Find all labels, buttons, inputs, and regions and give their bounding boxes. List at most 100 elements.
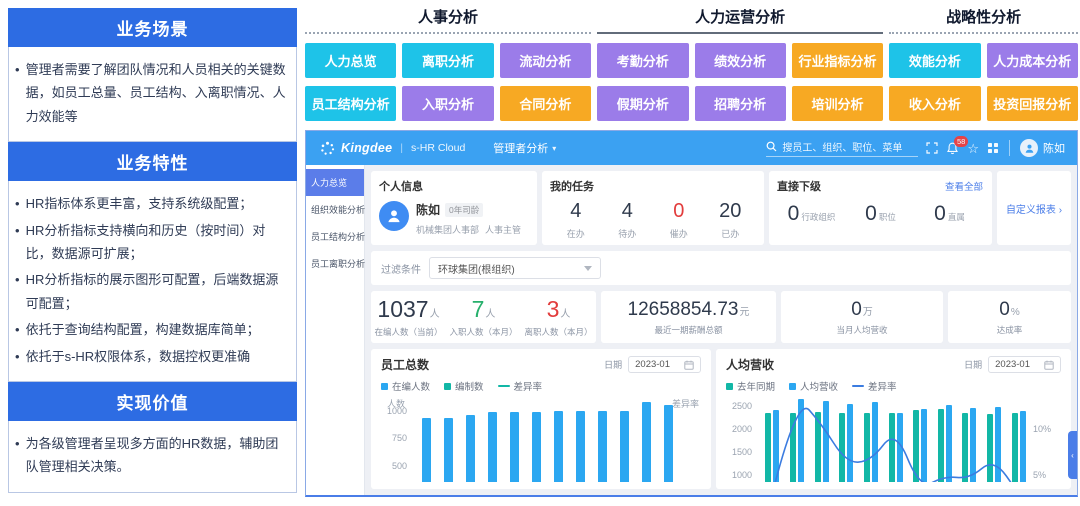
analysis-button[interactable]: 假期分析 (597, 86, 688, 121)
analysis-group-headers: 人事分析人力运营分析战略性分析 (305, 6, 1078, 34)
subordinate-value: 0 (788, 202, 800, 225)
scan-icon[interactable] (926, 142, 938, 154)
analysis-button[interactable]: 离职分析 (402, 43, 493, 78)
section-body-2: •为各级管理者呈现多方面的HR数据，辅助团队管理相关决策。 (8, 421, 297, 493)
bullet-dot: • (15, 268, 20, 315)
profile-role: 人事主管 (485, 223, 521, 236)
analysis-button[interactable]: 人力总览 (305, 43, 396, 78)
sidebar-item-0[interactable]: 人力总览 (306, 169, 364, 196)
bullet-text: HR分析指标的展示图形可配置，后端数据源可配置； (26, 268, 288, 315)
y2-tick: 5% (1033, 470, 1061, 480)
sidebar-item-2[interactable]: 员工结构分析 (306, 223, 364, 250)
stat-item: 1037人在编人数（当前） (371, 296, 446, 338)
task-label: 在办 (550, 227, 602, 240)
side-panel-toggle[interactable]: ‹ (1068, 431, 1077, 479)
subordinate-value: 0 (934, 202, 946, 225)
task-label: 待办 (602, 227, 654, 240)
stat-unit: 万 (863, 307, 873, 318)
tasks-card-title: 我的任务 (550, 178, 756, 194)
stat-label: 当月人均营收 (836, 324, 887, 336)
date-picker: 日期 2023-01 (604, 356, 701, 373)
profile-card-title: 个人信息 (379, 178, 529, 194)
bullet-dot: • (15, 58, 20, 128)
user-avatar[interactable]: 陈如 (1020, 139, 1065, 157)
stat-value-line: 0% (999, 299, 1019, 321)
brand-name: Kingdee (341, 141, 392, 155)
apps-grid-icon[interactable] (987, 142, 999, 154)
y-tick: 2000 (726, 424, 752, 434)
header-divider (1009, 140, 1010, 156)
stat-card: 0万当月人均营收 (781, 291, 943, 343)
bar (510, 412, 519, 482)
legend-label: 编制数 (455, 379, 484, 393)
stat-unit: 人 (560, 309, 570, 320)
select-caret-icon (584, 266, 592, 271)
stat-value: 12658854.73 (628, 299, 739, 320)
analysis-button[interactable]: 合同分析 (500, 86, 591, 121)
analysis-button[interactable]: 收入分析 (889, 86, 980, 121)
task-value: 0 (653, 200, 705, 223)
subordinate-item: 0职位 (846, 202, 915, 226)
tasks-card: 我的任务 4在办4待办0催办20已办 (542, 171, 764, 245)
stat-unit: % (1011, 307, 1020, 318)
analysis-button[interactable]: 投资回报分析 (987, 86, 1078, 121)
org-filter-select[interactable]: 环球集团(根组织) (429, 257, 601, 279)
y-tick: 750 (381, 433, 407, 443)
profile-avatar (379, 201, 409, 231)
bar (598, 411, 607, 483)
stat-card: 0%达成率 (948, 291, 1071, 343)
bullet-item: •HR分析指标的展示图形可配置，后端数据源可配置； (15, 268, 288, 315)
analysis-button[interactable]: 人力成本分析 (987, 43, 1078, 78)
subordinate-unit: 职位 (879, 212, 896, 222)
stat-value: 1037 (377, 296, 428, 322)
bullet-text: 为各级管理者呈现多方面的HR数据，辅助团队管理相关决策。 (26, 432, 288, 479)
legend-item: 去年同期 (726, 379, 775, 393)
logo-divider: | (400, 143, 403, 154)
analysis-button[interactable]: 效能分析 (889, 43, 980, 78)
bullet-item: •依托于查询结构配置，构建数据库简单； (15, 318, 288, 341)
bar-group (415, 397, 437, 482)
nav-manager-analysis[interactable]: 管理者分析 ▾ (493, 140, 556, 156)
bar (620, 411, 629, 483)
analysis-button[interactable]: 招聘分析 (695, 86, 786, 121)
analysis-button[interactable]: 流动分析 (500, 43, 591, 78)
legend-label: 在编人数 (392, 379, 430, 393)
date-input[interactable]: 2023-01 (628, 356, 701, 373)
analysis-button[interactable]: 考勤分析 (597, 43, 688, 78)
analysis-button[interactable]: 培训分析 (792, 86, 883, 121)
sidebar-item-1[interactable]: 组织效能分析 (306, 196, 364, 223)
analysis-button[interactable]: 绩效分析 (695, 43, 786, 78)
global-search-input[interactable]: 搜员工、组织、职位、菜单 (766, 139, 918, 157)
notification-bell-icon[interactable]: 58 (946, 142, 959, 155)
chart-card-1: 人均营收日期2023-01去年同期人均营收差异率2500200015001000… (716, 349, 1071, 489)
chart-title: 员工总数 (381, 356, 429, 373)
date-label: 日期 (604, 358, 622, 371)
y-tick: 1500 (726, 447, 752, 457)
custom-report-link[interactable]: 自定义报表 › (1006, 201, 1062, 216)
dashboard-header: Kingdee | s-HR Cloud 管理者分析 ▾ 搜员工、组织、职位、菜… (306, 131, 1077, 165)
sidebar-item-3[interactable]: 员工离职分析 (306, 250, 364, 277)
calendar-icon (684, 360, 694, 370)
analysis-button[interactable]: 入职分析 (402, 86, 493, 121)
section-title-0: 业务场景 (8, 8, 297, 47)
task-value: 20 (705, 200, 757, 223)
dashboard-body: 人力总览组织效能分析员工结构分析员工离职分析 个人信息 陈如 0 (306, 165, 1077, 495)
stat-value: 0 (999, 299, 1010, 320)
date-value: 2023-01 (635, 359, 670, 370)
bullet-dot: • (15, 192, 20, 215)
analysis-button[interactable]: 员工结构分析 (305, 86, 396, 121)
task-value: 4 (550, 200, 602, 223)
favorites-star-icon[interactable]: ☆ (967, 142, 979, 155)
y2-tick: 10% (1033, 424, 1061, 434)
stat-value-line: 3人 (521, 296, 596, 323)
bar-group (547, 397, 569, 482)
date-label: 日期 (964, 358, 982, 371)
analysis-button[interactable]: 行业指标分析 (792, 43, 883, 78)
stat-card: 12658854.73元最近一期薪酬总额 (601, 291, 776, 343)
bullet-dot: • (15, 219, 20, 266)
date-input[interactable]: 2023-01 (988, 356, 1061, 373)
filter-label: 过滤条件 (381, 261, 421, 276)
dashboard-screenshot: Kingdee | s-HR Cloud 管理者分析 ▾ 搜员工、组织、职位、菜… (305, 130, 1078, 497)
date-picker: 日期 2023-01 (964, 356, 1061, 373)
view-all-link[interactable]: 查看全部 (945, 179, 983, 193)
